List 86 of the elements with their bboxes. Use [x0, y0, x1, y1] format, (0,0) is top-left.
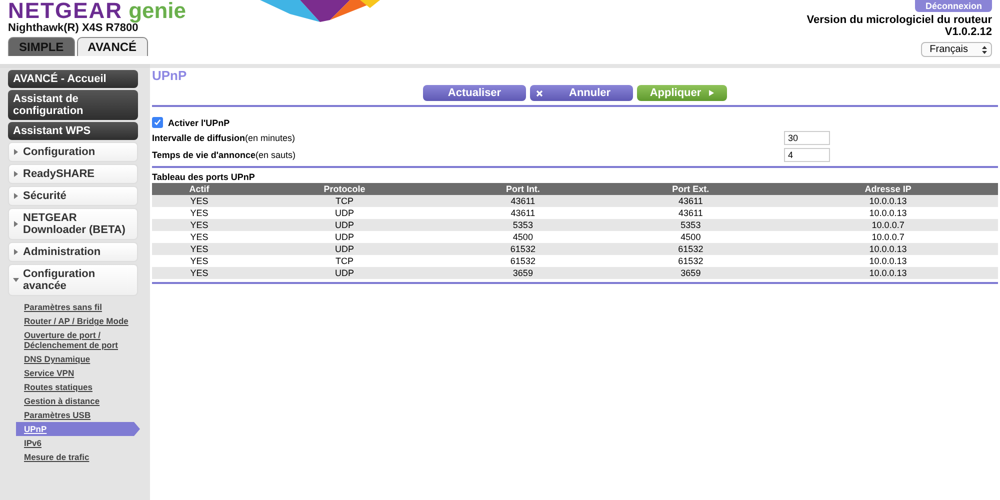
table-cell: UDP: [246, 243, 443, 255]
table-cell: 10.0.0.7: [778, 219, 998, 231]
field-label: Temps de vie d'annonce(en sauts): [152, 150, 296, 160]
nav-section[interactable]: Configuration: [8, 142, 138, 162]
caret-down-icon: [13, 277, 19, 283]
table-cell: 10.0.0.7: [778, 231, 998, 243]
table-cell: 3659: [603, 267, 778, 279]
table-cell: YES: [152, 195, 246, 207]
table-cell: 43611: [603, 195, 778, 207]
table-cell: 10.0.0.13: [778, 243, 998, 255]
input-field[interactable]: 30: [784, 131, 830, 145]
table-cell: TCP: [246, 255, 443, 267]
nav-link[interactable]: UPnP: [16, 422, 140, 436]
model-name: Nighthawk(R) X4S R7800: [8, 22, 138, 34]
table-cell: YES: [152, 231, 246, 243]
nav-link[interactable]: Service VPN: [16, 366, 142, 380]
nav-section[interactable]: Sécurité: [8, 186, 138, 206]
nav-section[interactable]: NETGEAR Downloader (BETA): [8, 208, 138, 240]
nav-link[interactable]: IPv6: [16, 436, 142, 450]
table-cell: 10.0.0.13: [778, 207, 998, 219]
close-icon: [536, 90, 543, 96]
product-name: genie: [128, 0, 186, 22]
firmware-version: V1.0.2.12: [944, 26, 992, 38]
column-header: Port Ext.: [603, 183, 778, 195]
table-cell: 4500: [603, 231, 778, 243]
nav-link[interactable]: DNS Dynamique: [16, 352, 142, 366]
table-cell: UDP: [246, 207, 443, 219]
table-cell: 43611: [442, 195, 604, 207]
table-cell: YES: [152, 255, 246, 267]
firmware-label: Version du micrologiciel du routeur: [806, 14, 992, 26]
table-cell: YES: [152, 243, 246, 255]
checkbox-label: Activer l'UPnP: [168, 118, 230, 128]
table-cell: 10.0.0.13: [778, 255, 998, 267]
nav-link[interactable]: Mesure de trafic: [16, 450, 142, 464]
nav-button[interactable]: Assistant de configuration: [8, 90, 138, 120]
nav-link[interactable]: Gestion à distance: [16, 394, 142, 408]
input-field[interactable]: 4: [784, 148, 830, 162]
nav-section[interactable]: ReadySHARE: [8, 164, 138, 184]
column-header: Protocole: [246, 183, 443, 195]
updown-icon: [982, 46, 987, 54]
table-cell: 5353: [603, 219, 778, 231]
table-cell: 3659: [442, 267, 604, 279]
table-cell: UDP: [246, 267, 443, 279]
caret-right-icon: [13, 149, 19, 155]
language-select[interactable]: Français: [920, 42, 992, 57]
refresh-button[interactable]: Actualiser: [423, 85, 526, 101]
nav-button[interactable]: AVANCÉ - Accueil: [8, 70, 138, 88]
field-label: Intervalle de diffusion(en minutes): [152, 133, 296, 143]
table-cell: UDP: [246, 219, 443, 231]
play-icon: [709, 90, 714, 96]
brand-logo: NETGEAR: [8, 0, 123, 22]
caret-right-icon: [13, 193, 19, 199]
caret-right-icon: [13, 249, 19, 255]
cancel-button[interactable]: Annuler: [530, 85, 633, 101]
table-cell: 43611: [603, 207, 778, 219]
table-cell: TCP: [246, 195, 443, 207]
table-cell: 61532: [603, 243, 778, 255]
enable-checkbox[interactable]: [152, 117, 163, 128]
nav-link[interactable]: Ouverture de port / Déclenchement de port: [16, 328, 142, 352]
nav-link[interactable]: Routes statiques: [16, 380, 142, 394]
nav-link[interactable]: Paramètres sans fil: [16, 300, 142, 314]
table-cell: 10.0.0.13: [778, 195, 998, 207]
table-cell: 61532: [442, 243, 604, 255]
table-cell: YES: [152, 267, 246, 279]
column-header: Actif: [152, 183, 246, 195]
table-title: Tableau des ports UPnP: [152, 171, 256, 183]
table-cell: 4500: [442, 231, 604, 243]
table-cell: UDP: [246, 231, 443, 243]
table-cell: 61532: [442, 255, 604, 267]
caret-right-icon: [13, 221, 19, 227]
mode-tab[interactable]: AVANCÉ: [76, 37, 148, 56]
column-header: Port Int.: [442, 183, 604, 195]
table-cell: YES: [152, 219, 246, 231]
nav-link[interactable]: Paramètres USB: [16, 408, 142, 422]
table-cell: 5353: [442, 219, 604, 231]
nav-button[interactable]: Assistant WPS: [8, 122, 138, 140]
table-cell: 10.0.0.13: [778, 267, 998, 279]
nav-section[interactable]: Configuration avancée: [8, 264, 138, 296]
nav-link[interactable]: Router / AP / Bridge Mode: [16, 314, 142, 328]
caret-right-icon: [13, 171, 19, 177]
page-title: UPnP: [152, 68, 188, 83]
nav-section[interactable]: Administration: [8, 242, 138, 262]
table-cell: YES: [152, 207, 246, 219]
column-header: Adresse IP: [778, 183, 998, 195]
table-cell: 61532: [603, 255, 778, 267]
table-cell: 43611: [442, 207, 604, 219]
